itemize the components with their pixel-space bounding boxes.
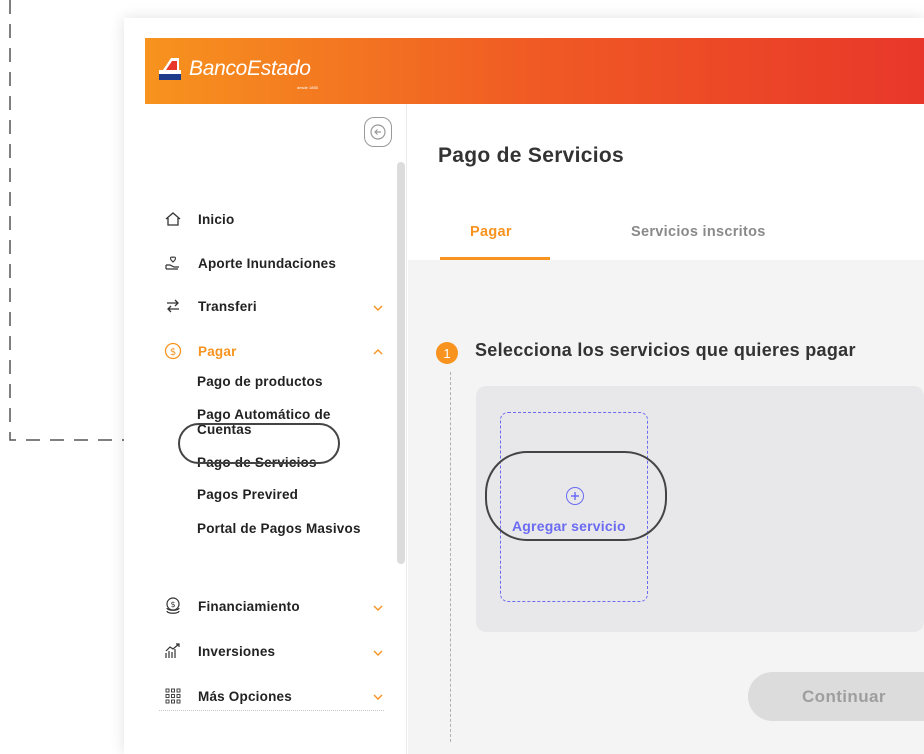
arrow-left-icon — [370, 124, 386, 140]
main-content: Pago de Servicios Pagar Servicios inscri… — [408, 104, 924, 754]
app-window: BancoEstado desde 1855 Inicio Aporte Inu… — [145, 38, 924, 754]
sidebar-item-mas-opciones[interactable]: Más Opciones — [163, 685, 292, 707]
sidebar-subitem-portal-pagos-masivos[interactable]: Portal de Pagos Masivos — [197, 521, 361, 536]
chevron-down-icon[interactable] — [372, 602, 384, 614]
bank-logo-icon — [159, 56, 183, 82]
home-icon — [163, 209, 183, 229]
chevron-down-icon[interactable] — [372, 647, 384, 659]
growth-chart-icon — [163, 641, 183, 661]
chevron-down-icon[interactable] — [372, 302, 384, 314]
coins-icon: $ — [163, 596, 183, 616]
chevron-up-icon[interactable] — [372, 346, 384, 358]
sidebar-divider — [159, 710, 384, 711]
sidebar-subitem-pagos-previred[interactable]: Pagos Previred — [197, 487, 298, 502]
step-number-badge: 1 — [436, 342, 458, 364]
sidebar-item-label: Aporte Inundaciones — [198, 255, 337, 271]
sidebar-item-aporte-inundaciones[interactable]: Aporte Inundaciones — [163, 252, 336, 274]
sidebar-item-label: Pagar — [198, 343, 237, 359]
transfer-arrows-icon — [163, 296, 183, 316]
tab-pagar[interactable]: Pagar — [470, 224, 512, 240]
sidebar-item-inicio[interactable]: Inicio — [163, 208, 234, 230]
chevron-down-icon[interactable] — [372, 691, 384, 703]
sidebar-item-label: Más Opciones — [198, 688, 292, 704]
continue-button[interactable]: Continuar — [748, 672, 924, 721]
sidebar-item-label: Inicio — [198, 211, 235, 227]
sidebar-item-transferir[interactable]: Transferi — [163, 295, 257, 317]
svg-text:$: $ — [170, 600, 175, 609]
top-bar: BancoEstado desde 1855 — [145, 38, 924, 104]
sidebar-item-label: Inversiones — [198, 643, 276, 659]
sidebar-scrollbar[interactable] — [397, 162, 405, 564]
sidebar-item-pagar[interactable]: $ Pagar — [163, 340, 237, 362]
brand-name: BancoEstado — [189, 57, 311, 80]
sidebar-subitem-pago-productos[interactable]: Pago de productos — [197, 374, 323, 389]
highlight-callout-agregar-servicio — [485, 451, 667, 541]
tab-servicios-inscritos[interactable]: Servicios inscritos — [631, 224, 766, 240]
brand-logo[interactable]: BancoEstado — [159, 52, 311, 86]
sidebar-item-financiamiento[interactable]: $ Financiamiento — [163, 595, 300, 617]
sidebar-item-label: Transferi — [198, 298, 257, 314]
step-connector-line — [450, 372, 451, 742]
svg-text:$: $ — [170, 347, 176, 358]
sidebar-item-inversiones[interactable]: Inversiones — [163, 640, 275, 662]
step-title: Selecciona los servicios que quieres pag… — [475, 340, 856, 360]
grid-icon — [163, 686, 183, 706]
hand-heart-icon — [163, 253, 183, 273]
page-title: Pago de Servicios — [438, 144, 625, 167]
collapse-sidebar-button[interactable] — [364, 117, 392, 147]
brand-tagline: desde 1855 — [297, 85, 318, 90]
highlight-callout-pago-servicios — [178, 423, 340, 464]
app-screenshot-frame: BancoEstado desde 1855 Inicio Aporte Inu… — [124, 18, 924, 754]
sidebar-item-label: Financiamiento — [198, 598, 300, 614]
dollar-circle-icon: $ — [163, 341, 183, 361]
